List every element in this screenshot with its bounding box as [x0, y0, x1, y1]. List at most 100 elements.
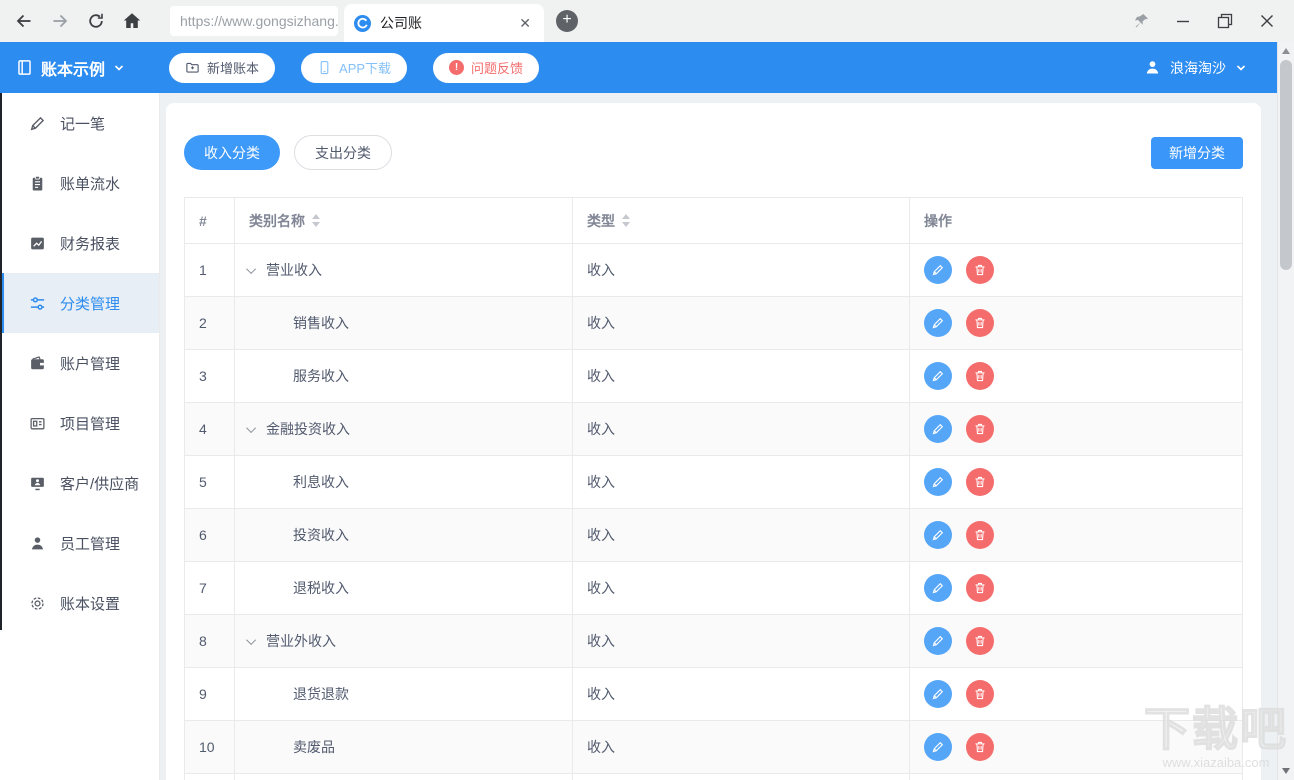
category-name-cell: 营业外收入: [235, 615, 573, 667]
column-header-3[interactable]: 类型: [573, 198, 910, 243]
category-name-cell: 意外来钱: [235, 774, 573, 780]
add-category-button[interactable]: 新增分类: [1151, 137, 1243, 169]
delete-button[interactable]: [966, 733, 994, 761]
pin-icon[interactable]: [1126, 6, 1156, 36]
category-type: 收入: [573, 562, 910, 614]
row-index: 11: [185, 774, 235, 780]
row-index: 3: [185, 350, 235, 402]
feedback-button[interactable]: ! 问题反馈: [433, 53, 539, 83]
edit-button[interactable]: [924, 362, 952, 390]
row-index: 7: [185, 562, 235, 614]
category-type: 收入: [573, 244, 910, 296]
ledger-book-icon: [16, 59, 33, 76]
expand-chevron-icon[interactable]: [246, 423, 256, 433]
category-name: 服务收入: [293, 366, 349, 386]
page-scrollbar[interactable]: [1277, 42, 1294, 780]
edit-button[interactable]: [924, 309, 952, 337]
new-ledger-label: 新增账本: [207, 58, 259, 77]
edit-button[interactable]: [924, 256, 952, 284]
category-name: 利息收入: [293, 472, 349, 492]
delete-button[interactable]: [966, 680, 994, 708]
row-index: 2: [185, 297, 235, 349]
project-card-icon: [28, 414, 46, 432]
column-label: 类型: [587, 211, 615, 231]
url-bar[interactable]: https://www.gongsizhang.c: [170, 6, 338, 36]
sort-carets-icon[interactable]: [312, 214, 320, 227]
back-icon[interactable]: [12, 9, 36, 33]
category-name-cell: 退货退款: [235, 668, 573, 720]
row-index: 8: [185, 615, 235, 667]
column-header-2[interactable]: 类别名称: [235, 198, 573, 243]
new-ledger-button[interactable]: 新增账本: [169, 53, 275, 83]
sort-carets-icon[interactable]: [622, 214, 630, 227]
edit-button[interactable]: [924, 521, 952, 549]
sidebar-item-label: 分类管理: [60, 293, 120, 314]
minimize-icon[interactable]: [1168, 6, 1198, 36]
edit-button[interactable]: [924, 415, 952, 443]
delete-button[interactable]: [966, 521, 994, 549]
tab-title: 公司账: [380, 13, 516, 33]
expand-chevron-icon[interactable]: [246, 635, 256, 645]
delete-button[interactable]: [966, 627, 994, 655]
edit-button[interactable]: [924, 627, 952, 655]
edit-button[interactable]: [924, 574, 952, 602]
edit-button[interactable]: [924, 680, 952, 708]
sidebar-item-8[interactable]: 员工管理: [0, 513, 159, 573]
sidebar-item-2[interactable]: 账单流水: [0, 153, 159, 213]
tab-expense-categories[interactable]: 支出分类: [294, 135, 392, 170]
sidebar-item-4[interactable]: 分类管理: [0, 273, 159, 333]
new-tab-icon[interactable]: +: [556, 10, 578, 32]
delete-button[interactable]: [966, 468, 994, 496]
scrollbar-down-icon[interactable]: [1278, 763, 1294, 779]
row-index: 5: [185, 456, 235, 508]
table-row: 1营业收入收入: [185, 244, 1242, 297]
sidebar-item-label: 账本设置: [60, 593, 120, 614]
edit-button[interactable]: [924, 468, 952, 496]
delete-button[interactable]: [966, 362, 994, 390]
table-row: 9 退货退款 收入: [185, 668, 1242, 721]
row-actions: [910, 721, 1242, 773]
category-name: 退货退款: [293, 684, 349, 704]
forward-icon[interactable]: [48, 9, 72, 33]
delete-button[interactable]: [966, 415, 994, 443]
table-row: 10卖废品收入: [185, 721, 1242, 774]
sidebar-item-1[interactable]: 记一笔: [0, 93, 159, 153]
folder-plus-icon: [185, 60, 200, 75]
ledger-switcher[interactable]: 账本示例: [16, 56, 125, 80]
close-icon[interactable]: [1252, 6, 1282, 36]
sidebar-item-label: 客户/供应商: [60, 473, 139, 494]
delete-button[interactable]: [966, 309, 994, 337]
delete-button[interactable]: [966, 256, 994, 284]
sidebar-item-9[interactable]: 账本设置: [0, 573, 159, 633]
expand-chevron-icon[interactable]: [246, 264, 256, 274]
category-name-cell: 营业收入: [235, 244, 573, 296]
category-type: 收入: [573, 456, 910, 508]
row-actions: [910, 350, 1242, 402]
scrollbar-up-icon[interactable]: [1278, 43, 1294, 59]
category-name-cell: 卖废品: [235, 721, 573, 773]
content-card: 收入分类 支出分类 新增分类 #类别名称类型操作 1营业收入收入2销售收入收入3…: [166, 103, 1261, 780]
table-header: #类别名称类型操作: [185, 198, 1242, 244]
browser-tab[interactable]: 公司账 ✕: [344, 4, 544, 42]
tab-income-categories[interactable]: 收入分类: [184, 135, 280, 170]
tab-close-icon[interactable]: ✕: [516, 15, 534, 32]
category-type: 收入: [573, 509, 910, 561]
user-menu[interactable]: 浪海淘沙: [1144, 58, 1247, 78]
restore-icon[interactable]: [1210, 6, 1240, 36]
reload-icon[interactable]: [84, 9, 108, 33]
sidebar-item-3[interactable]: 财务报表: [0, 213, 159, 273]
table-row: 6投资收入收入: [185, 509, 1242, 562]
home-icon[interactable]: [120, 9, 144, 33]
row-index: 9: [185, 668, 235, 720]
sidebar-item-5[interactable]: 账户管理: [0, 333, 159, 393]
page-body: 记一笔账单流水财务报表分类管理账户管理项目管理客户/供应商员工管理账本设置 收入…: [0, 93, 1277, 780]
delete-button[interactable]: [966, 574, 994, 602]
edit-button[interactable]: [924, 733, 952, 761]
sidebar-item-6[interactable]: 项目管理: [0, 393, 159, 453]
app-download-button[interactable]: APP下载: [301, 53, 407, 83]
category-type: 收入: [573, 668, 910, 720]
sidebar-item-7[interactable]: 客户/供应商: [0, 453, 159, 513]
scrollbar-thumb[interactable]: [1280, 60, 1292, 270]
sidebar-item-label: 员工管理: [60, 533, 120, 554]
category-type: 收入: [573, 403, 910, 455]
